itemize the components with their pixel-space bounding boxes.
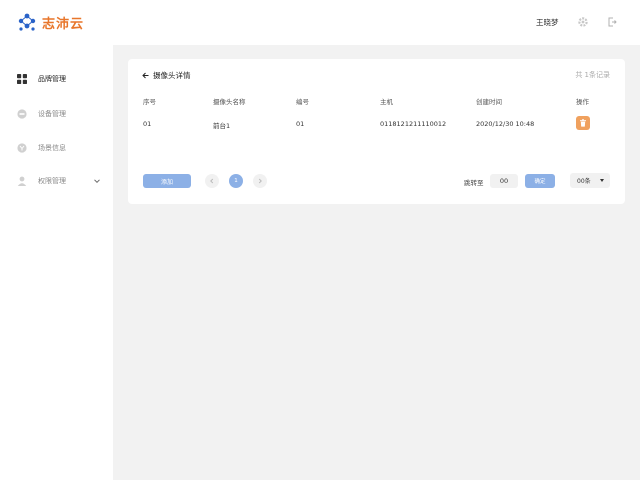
chevron-left-icon (210, 178, 214, 184)
user-name[interactable]: 王晓梦 (536, 17, 559, 28)
logout-icon[interactable] (606, 16, 618, 28)
column-header-index: 序号 (143, 98, 156, 106)
chevron-down-icon[interactable] (93, 177, 101, 185)
logo-text: 志沛云 (42, 16, 85, 32)
next-page-button[interactable] (253, 174, 267, 188)
sidebar-item-brand[interactable]: 品牌管理 (0, 69, 113, 89)
settings-gear-icon[interactable] (577, 16, 589, 28)
trash-icon (580, 119, 586, 127)
column-header-created: 创建时间 (476, 98, 502, 106)
column-header-code: 编号 (296, 98, 309, 106)
scene-icon (17, 143, 27, 153)
page-size-value: 00条 (577, 178, 591, 185)
top-bar: 志沛云 王晓梦 (0, 0, 640, 45)
logo-mark-icon (17, 12, 37, 32)
caret-down-icon (600, 179, 604, 182)
confirm-button[interactable]: 确定 (525, 174, 555, 188)
back-button[interactable]: 摄像头详情 (142, 70, 191, 81)
page-size-select[interactable]: 00条 (570, 173, 610, 188)
sidebar-item-label: 场景信息 (38, 144, 66, 152)
sidebar-item-label: 设备管理 (38, 110, 66, 118)
camera-detail-card: 摄像头详情 共 1条记录 序号 摄像头名称 编号 主机 创建时间 操作 01 前… (128, 59, 625, 204)
jump-page-input[interactable] (490, 174, 518, 188)
cell-created: 2020/12/30 10:48 (476, 120, 535, 128)
prev-page-button[interactable] (205, 174, 219, 188)
add-button[interactable]: 添加 (143, 174, 191, 188)
column-header-name: 摄像头名称 (213, 98, 246, 106)
chevron-right-icon (258, 178, 262, 184)
page-number-current[interactable]: 1 (229, 174, 243, 188)
logo[interactable]: 志沛云 (17, 12, 84, 32)
column-header-action: 操作 (576, 98, 589, 106)
cell-index: 01 (143, 120, 152, 128)
column-header-host: 主机 (380, 98, 393, 106)
sidebar-item-scene[interactable]: 场景信息 (0, 138, 113, 158)
sidebar-item-label: 品牌管理 (38, 75, 66, 83)
page-title: 摄像头详情 (153, 71, 191, 80)
device-icon (17, 109, 27, 119)
sidebar: 品牌管理 设备管理 场景信息 权限管理 (0, 45, 113, 480)
cell-code: 01 (296, 120, 305, 128)
user-icon (17, 176, 27, 186)
sidebar-item-label: 权限管理 (38, 177, 66, 185)
delete-button[interactable] (576, 116, 590, 130)
sidebar-item-device[interactable]: 设备管理 (0, 104, 113, 124)
record-count: 共 1条记录 (575, 71, 610, 79)
jump-to-label: 跳转至 (464, 179, 484, 187)
grid-icon (17, 74, 27, 84)
sidebar-item-permission[interactable]: 权限管理 (0, 171, 113, 191)
arrow-left-icon (142, 72, 149, 79)
cell-name: 前台1 (213, 122, 231, 130)
cell-host: 0118121211110012 (380, 120, 447, 128)
